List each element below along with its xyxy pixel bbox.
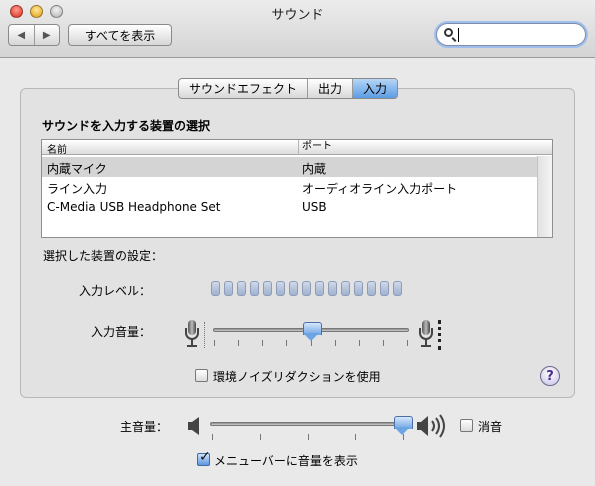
device-port: オーディオライン入力ポート (302, 182, 458, 196)
volume-high-indicator-icon (438, 320, 441, 350)
mute-checkbox[interactable] (460, 419, 473, 432)
master-volume-ticks (212, 434, 404, 440)
level-segment (211, 281, 220, 296)
level-segment (328, 281, 337, 296)
master-volume-slider-thumb[interactable] (393, 416, 413, 436)
level-segment (302, 281, 311, 296)
master-volume-label: 主音量： (120, 420, 169, 434)
tab-output[interactable]: 出力 (308, 79, 354, 98)
master-volume-track[interactable] (210, 422, 406, 426)
level-segment (289, 281, 298, 296)
tab-panel (20, 88, 575, 398)
search-field[interactable] (436, 23, 586, 46)
search-icon (444, 28, 453, 37)
level-segment (341, 281, 350, 296)
tab-bar: サウンドエフェクト 出力 入力 (178, 78, 399, 99)
table-row[interactable]: C-Media USB Headphone Set USB (42, 197, 538, 217)
column-header-port[interactable]: ポート (298, 140, 332, 155)
settings-heading: 選択した装置の設定： (43, 249, 164, 263)
checkmark-icon: ✓ (199, 449, 211, 465)
input-volume-label: 入力音量： (91, 325, 152, 339)
level-segment (276, 281, 285, 296)
table-header: 名前 ポート (42, 140, 552, 156)
mute-label[interactable]: 消音 (478, 418, 502, 435)
device-name: 内蔵マイク (47, 162, 107, 176)
show-volume-in-menubar-checkbox[interactable]: ✓ (197, 449, 211, 466)
show-volume-in-menubar-label[interactable]: メニューバーに音量を表示 (214, 452, 358, 469)
tab-sound-effects[interactable]: サウンドエフェクト (179, 79, 309, 98)
level-segment (237, 281, 246, 296)
input-volume-slider-thumb[interactable] (302, 322, 322, 342)
device-name: ライン入力 (47, 182, 108, 196)
column-header-name[interactable]: 名前 (47, 141, 67, 156)
show-all-button[interactable]: すべてを表示 (68, 24, 172, 46)
device-port: 内蔵 (302, 162, 327, 176)
input-device-table: 名前 ポート 内蔵マイク 内蔵 ライン入力 オーディオライン入力ポート C-Me… (41, 139, 553, 238)
level-segment (367, 281, 376, 296)
sound-preferences-window: サウンド ◀ ▶ すべてを表示 サウンドエフェクト 出力 入力 サウンドを入力す… (0, 0, 595, 486)
table-row[interactable]: 内蔵マイク 内蔵 (42, 157, 538, 177)
titlebar: サウンド ◀ ▶ すべてを表示 (0, 0, 595, 58)
level-segment (380, 281, 389, 296)
level-segment (393, 281, 402, 296)
input-level-meter (211, 281, 402, 296)
forward-button[interactable]: ▶ (35, 25, 60, 45)
input-level-label: 入力レベル： (79, 284, 152, 298)
back-forward-control: ◀ ▶ (8, 24, 60, 46)
level-segment (315, 281, 324, 296)
back-button[interactable]: ◀ (9, 25, 35, 45)
device-port: USB (302, 200, 327, 214)
speaker-low-icon (188, 417, 199, 435)
noise-reduction-checkbox[interactable] (195, 369, 208, 382)
section-title: サウンドを入力する装置の選択 (42, 119, 211, 133)
help-button[interactable]: ? (540, 366, 560, 386)
speaker-high-icon (417, 414, 445, 438)
table-scrollbar[interactable] (537, 156, 552, 237)
device-name: C-Media USB Headphone Set (47, 200, 221, 214)
tab-input[interactable]: 入力 (353, 79, 398, 98)
table-row[interactable]: ライン入力 オーディオライン入力ポート (42, 177, 538, 197)
microphone-high-icon (418, 320, 434, 350)
window-title: サウンド (271, 8, 324, 23)
noise-reduction-label[interactable]: 環境ノイズリダクションを使用 (213, 368, 381, 385)
volume-low-indicator-icon (204, 322, 207, 348)
level-segment (250, 281, 259, 296)
text-caret (458, 28, 459, 42)
microphone-low-icon (184, 320, 200, 350)
level-segment (354, 281, 363, 296)
level-segment (263, 281, 272, 296)
level-segment (224, 281, 233, 296)
